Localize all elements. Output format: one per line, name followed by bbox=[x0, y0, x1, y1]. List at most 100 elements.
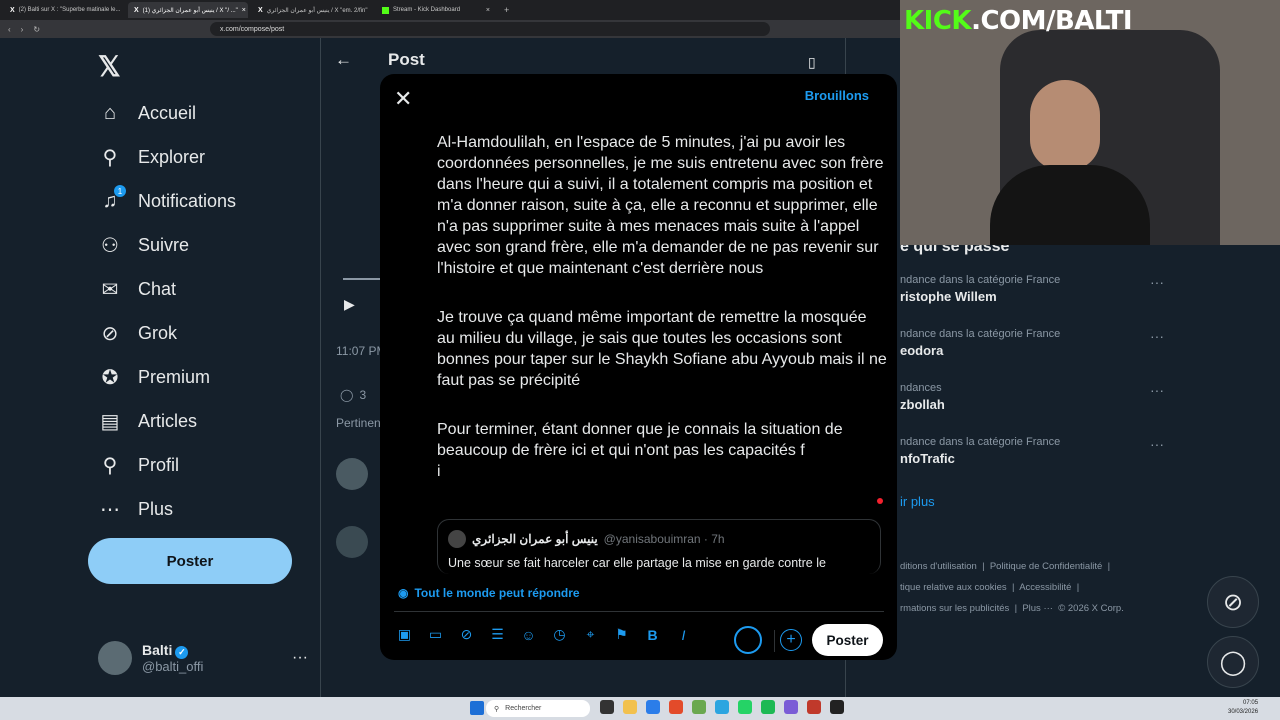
trend-item[interactable]: ndance dans la catégorie France eodora ··· bbox=[900, 328, 1180, 382]
location-icon[interactable]: ⌖ bbox=[582, 626, 599, 643]
x-favicon-icon: X bbox=[258, 6, 263, 14]
close-icon[interactable]: ✕ bbox=[394, 86, 412, 112]
nav-item-grok[interactable]: ⊘ Grok bbox=[88, 311, 236, 355]
quoted-post[interactable]: ينيس أبو عمران الجزائري @yanisabouimran … bbox=[437, 519, 881, 574]
show-more-link[interactable]: ir plus bbox=[900, 494, 1180, 509]
nav-item-plus[interactable]: ⋯ Plus bbox=[88, 487, 236, 531]
whatsapp-icon[interactable] bbox=[738, 700, 752, 714]
app-icon[interactable] bbox=[807, 700, 821, 714]
browser-tab[interactable]: X ينيس أبو عمران الجزائري / X "em. 2/fin"… bbox=[252, 2, 372, 18]
media-icon[interactable]: ▣ bbox=[396, 626, 413, 643]
clock-date: 30/03/2026 bbox=[1228, 709, 1259, 715]
trend-item[interactable]: ndances zbollah ··· bbox=[900, 382, 1180, 436]
close-tab-icon[interactable]: × bbox=[371, 7, 372, 14]
address-bar: ‹ › ↻ x.com/compose/post bbox=[0, 20, 900, 38]
nav-item-accueil[interactable]: ⌂ Accueil bbox=[88, 91, 236, 135]
system-clock[interactable]: 07:05 30/03/2026 bbox=[1228, 699, 1258, 717]
profile-icon: ⚲ bbox=[102, 454, 118, 477]
reply-filter[interactable]: Pertinen bbox=[336, 416, 381, 430]
file-explorer-icon[interactable] bbox=[623, 700, 637, 714]
back-arrow-icon[interactable]: ← bbox=[335, 50, 352, 70]
reader-icon[interactable]: ▯ bbox=[808, 54, 816, 71]
task-view-icon[interactable] bbox=[600, 700, 614, 714]
footer-link[interactable]: ditions d'utilisation bbox=[900, 561, 977, 572]
schedule-icon[interactable]: ◷ bbox=[551, 626, 568, 643]
reply-setting-button[interactable]: ◉ Tout le monde peut répondre bbox=[398, 586, 580, 600]
back-icon[interactable]: ‹ bbox=[8, 25, 11, 34]
app-icon[interactable] bbox=[692, 700, 706, 714]
poll-icon[interactable]: ☰ bbox=[489, 626, 506, 643]
footer-link[interactable]: Plus ··· bbox=[1022, 603, 1053, 614]
grok-fab-icon[interactable]: ⊘ bbox=[1207, 576, 1259, 628]
spotify-icon[interactable] bbox=[761, 700, 775, 714]
brave-browser-icon[interactable] bbox=[669, 700, 683, 714]
forward-icon[interactable]: › bbox=[21, 25, 24, 34]
taskbar-search[interactable]: ⚲ Rechercher bbox=[486, 700, 590, 717]
footer-link[interactable]: Politique de Confidentialité bbox=[990, 561, 1103, 572]
more-options-icon[interactable]: ··· bbox=[292, 649, 308, 667]
notion-icon[interactable] bbox=[830, 700, 844, 714]
video-progress[interactable] bbox=[343, 278, 383, 280]
nav-label: Articles bbox=[138, 410, 198, 431]
nav-item-suivre[interactable]: ⚇ Suivre bbox=[88, 223, 236, 267]
play-icon[interactable]: ▶ bbox=[344, 296, 355, 313]
grok-icon[interactable]: ⊘ bbox=[458, 626, 475, 643]
add-post-icon[interactable]: + bbox=[780, 629, 802, 651]
trend-meta: ndances bbox=[900, 382, 942, 394]
more-icon[interactable]: ··· bbox=[1150, 436, 1164, 452]
trend-item[interactable]: ndance dans la catégorie France ristophe … bbox=[900, 274, 1180, 328]
close-tab-icon[interactable]: × bbox=[486, 7, 490, 14]
account-switcher[interactable]: Balti ✓ @balti_offi ··· bbox=[98, 636, 308, 680]
nav-item-chat[interactable]: ✉ Chat bbox=[88, 267, 236, 311]
url-field[interactable]: x.com/compose/post bbox=[210, 22, 771, 36]
notification-badge: 1 bbox=[114, 185, 126, 197]
mail-app-icon[interactable] bbox=[646, 700, 660, 714]
x-logo-icon[interactable]: 𝕏 bbox=[98, 50, 121, 83]
nav-item-explorer[interactable]: ⚲ Explorer bbox=[88, 135, 236, 179]
tab-label: ينيس أبو عمران الجزائري / X "em. 2/fin" bbox=[266, 7, 368, 14]
more-icon[interactable]: ··· bbox=[1150, 382, 1164, 398]
quoted-author-name: ينيس أبو عمران الجزائري bbox=[472, 532, 598, 546]
nav-label: Notifications bbox=[138, 190, 237, 211]
italic-icon[interactable]: I bbox=[675, 626, 692, 643]
emoji-icon[interactable]: ☺ bbox=[520, 626, 537, 643]
browser-tab[interactable]: Stream - Kick Dashboard × bbox=[376, 2, 496, 18]
new-tab-icon[interactable]: + bbox=[504, 5, 509, 15]
browser-tab-active[interactable]: X (1) ينيس أبو عمران الجزائري / X "/ ..."… bbox=[128, 2, 248, 18]
compose-toolbar: ▣ ▭ ⊘ ☰ ☺ ◷ ⌖ ⚑ B I bbox=[396, 626, 692, 643]
reload-icon[interactable]: ↻ bbox=[33, 25, 40, 34]
footer-link[interactable]: Accessibilité bbox=[1019, 582, 1071, 593]
messages-fab-icon[interactable]: ◯ bbox=[1207, 636, 1259, 688]
nav-item-notifications[interactable]: ♫ 1 Notifications bbox=[88, 179, 236, 223]
compose-paragraph: Al-Hamdoulilah, en l'espace de 5 minutes… bbox=[437, 134, 888, 277]
post-button[interactable]: Poster bbox=[812, 624, 883, 656]
compose-textarea[interactable]: Al-Hamdoulilah, en l'espace de 5 minutes… bbox=[437, 132, 887, 510]
more-icon[interactable]: ··· bbox=[1150, 328, 1164, 344]
account-name: Balti bbox=[142, 642, 173, 658]
app-icon[interactable] bbox=[784, 700, 798, 714]
gif-icon[interactable]: ▭ bbox=[427, 626, 444, 643]
drafts-button[interactable]: Brouillons bbox=[805, 88, 869, 103]
telegram-icon[interactable] bbox=[715, 700, 729, 714]
nav-item-premium[interactable]: ✪ Premium bbox=[88, 355, 236, 399]
browser-tab[interactable]: X (2) Balti sur X : "Superbe matinale le.… bbox=[4, 2, 124, 18]
flag-icon[interactable]: ⚑ bbox=[613, 626, 630, 643]
trend-item[interactable]: ndance dans la catégorie France nfoTrafic… bbox=[900, 436, 1180, 490]
trend-title: ristophe Willem bbox=[900, 289, 997, 304]
avatar bbox=[98, 641, 132, 675]
bold-icon[interactable]: B bbox=[644, 626, 661, 643]
footer-link[interactable]: rmations sur les publicités bbox=[900, 603, 1009, 614]
account-handle: @balti_offi bbox=[142, 659, 204, 674]
nav-item-profil[interactable]: ⚲ Profil bbox=[88, 443, 236, 487]
footer-link[interactable]: tique relative aux cookies bbox=[900, 582, 1007, 593]
sidebar-post-button[interactable]: Poster bbox=[88, 538, 292, 584]
taskbar-apps bbox=[600, 700, 844, 714]
close-tab-icon[interactable]: × bbox=[242, 7, 246, 14]
nav-label: Premium bbox=[138, 366, 211, 387]
streamer-body bbox=[990, 165, 1150, 245]
reply-count[interactable]: ◯ 3 bbox=[340, 388, 366, 402]
nav-item-articles[interactable]: ▤ Articles bbox=[88, 399, 236, 443]
nav-label: Profil bbox=[138, 454, 180, 475]
windows-start-icon[interactable] bbox=[470, 701, 484, 715]
more-icon[interactable]: ··· bbox=[1150, 274, 1164, 290]
